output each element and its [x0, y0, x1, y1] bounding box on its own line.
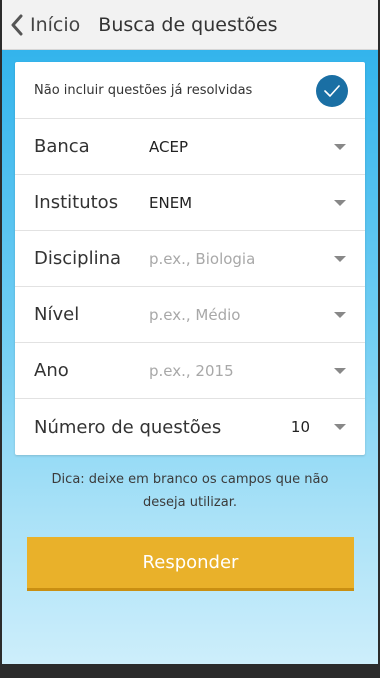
back-button[interactable]: Início	[2, 0, 80, 49]
nivel-label: Nível	[34, 304, 80, 325]
hint-line-2: deseja utilizar.	[143, 495, 237, 510]
caret-down-icon	[334, 312, 346, 318]
nivel-placeholder: p.ex., Médio	[149, 305, 241, 324]
exclude-solved-label: Não incluir questões já resolvidas	[34, 82, 253, 98]
ano-select[interactable]: Ano p.ex., 2015	[15, 343, 365, 399]
question-count-label: Número de questões	[34, 416, 222, 438]
disciplina-label: Disciplina	[34, 248, 122, 269]
main-content: Não incluir questões já resolvidas Banca…	[2, 50, 378, 664]
ano-placeholder: p.ex., 2015	[149, 361, 234, 380]
caret-down-icon	[334, 256, 346, 262]
disciplina-placeholder: p.ex., Biologia	[149, 249, 256, 268]
caret-down-icon	[334, 144, 346, 150]
top-bar: Início Busca de questões	[2, 0, 378, 50]
hint-line-1: Dica: deixe em branco os campos que não	[51, 472, 329, 487]
institutos-label: Institutos	[34, 192, 119, 213]
app-frame: Início Busca de questões Não incluir que…	[2, 0, 378, 664]
caret-down-icon	[334, 424, 346, 430]
chevron-left-icon	[10, 14, 24, 36]
banca-select[interactable]: Banca ACEP	[15, 119, 365, 175]
question-count-select[interactable]: Número de questões 10	[15, 399, 365, 455]
page-title: Busca de questões	[98, 13, 278, 36]
institutos-select[interactable]: Institutos ENEM	[15, 175, 365, 231]
back-label: Início	[30, 13, 81, 36]
ano-label: Ano	[34, 360, 69, 381]
banca-value: ACEP	[149, 137, 188, 156]
search-form-card: Não incluir questões já resolvidas Banca…	[15, 62, 365, 455]
caret-down-icon	[334, 200, 346, 206]
hint-text: Dica: deixe em branco os campos que não …	[2, 468, 378, 514]
disciplina-select[interactable]: Disciplina p.ex., Biologia	[15, 231, 365, 287]
caret-down-icon	[334, 368, 346, 374]
institutos-value: ENEM	[149, 193, 193, 212]
submit-button[interactable]: Responder	[27, 537, 354, 591]
question-count-value: 10	[290, 418, 310, 436]
nivel-select[interactable]: Nível p.ex., Médio	[15, 287, 365, 343]
banca-label: Banca	[34, 136, 90, 157]
check-icon[interactable]	[316, 75, 348, 107]
exclude-solved-toggle[interactable]: Não incluir questões já resolvidas	[15, 62, 365, 119]
